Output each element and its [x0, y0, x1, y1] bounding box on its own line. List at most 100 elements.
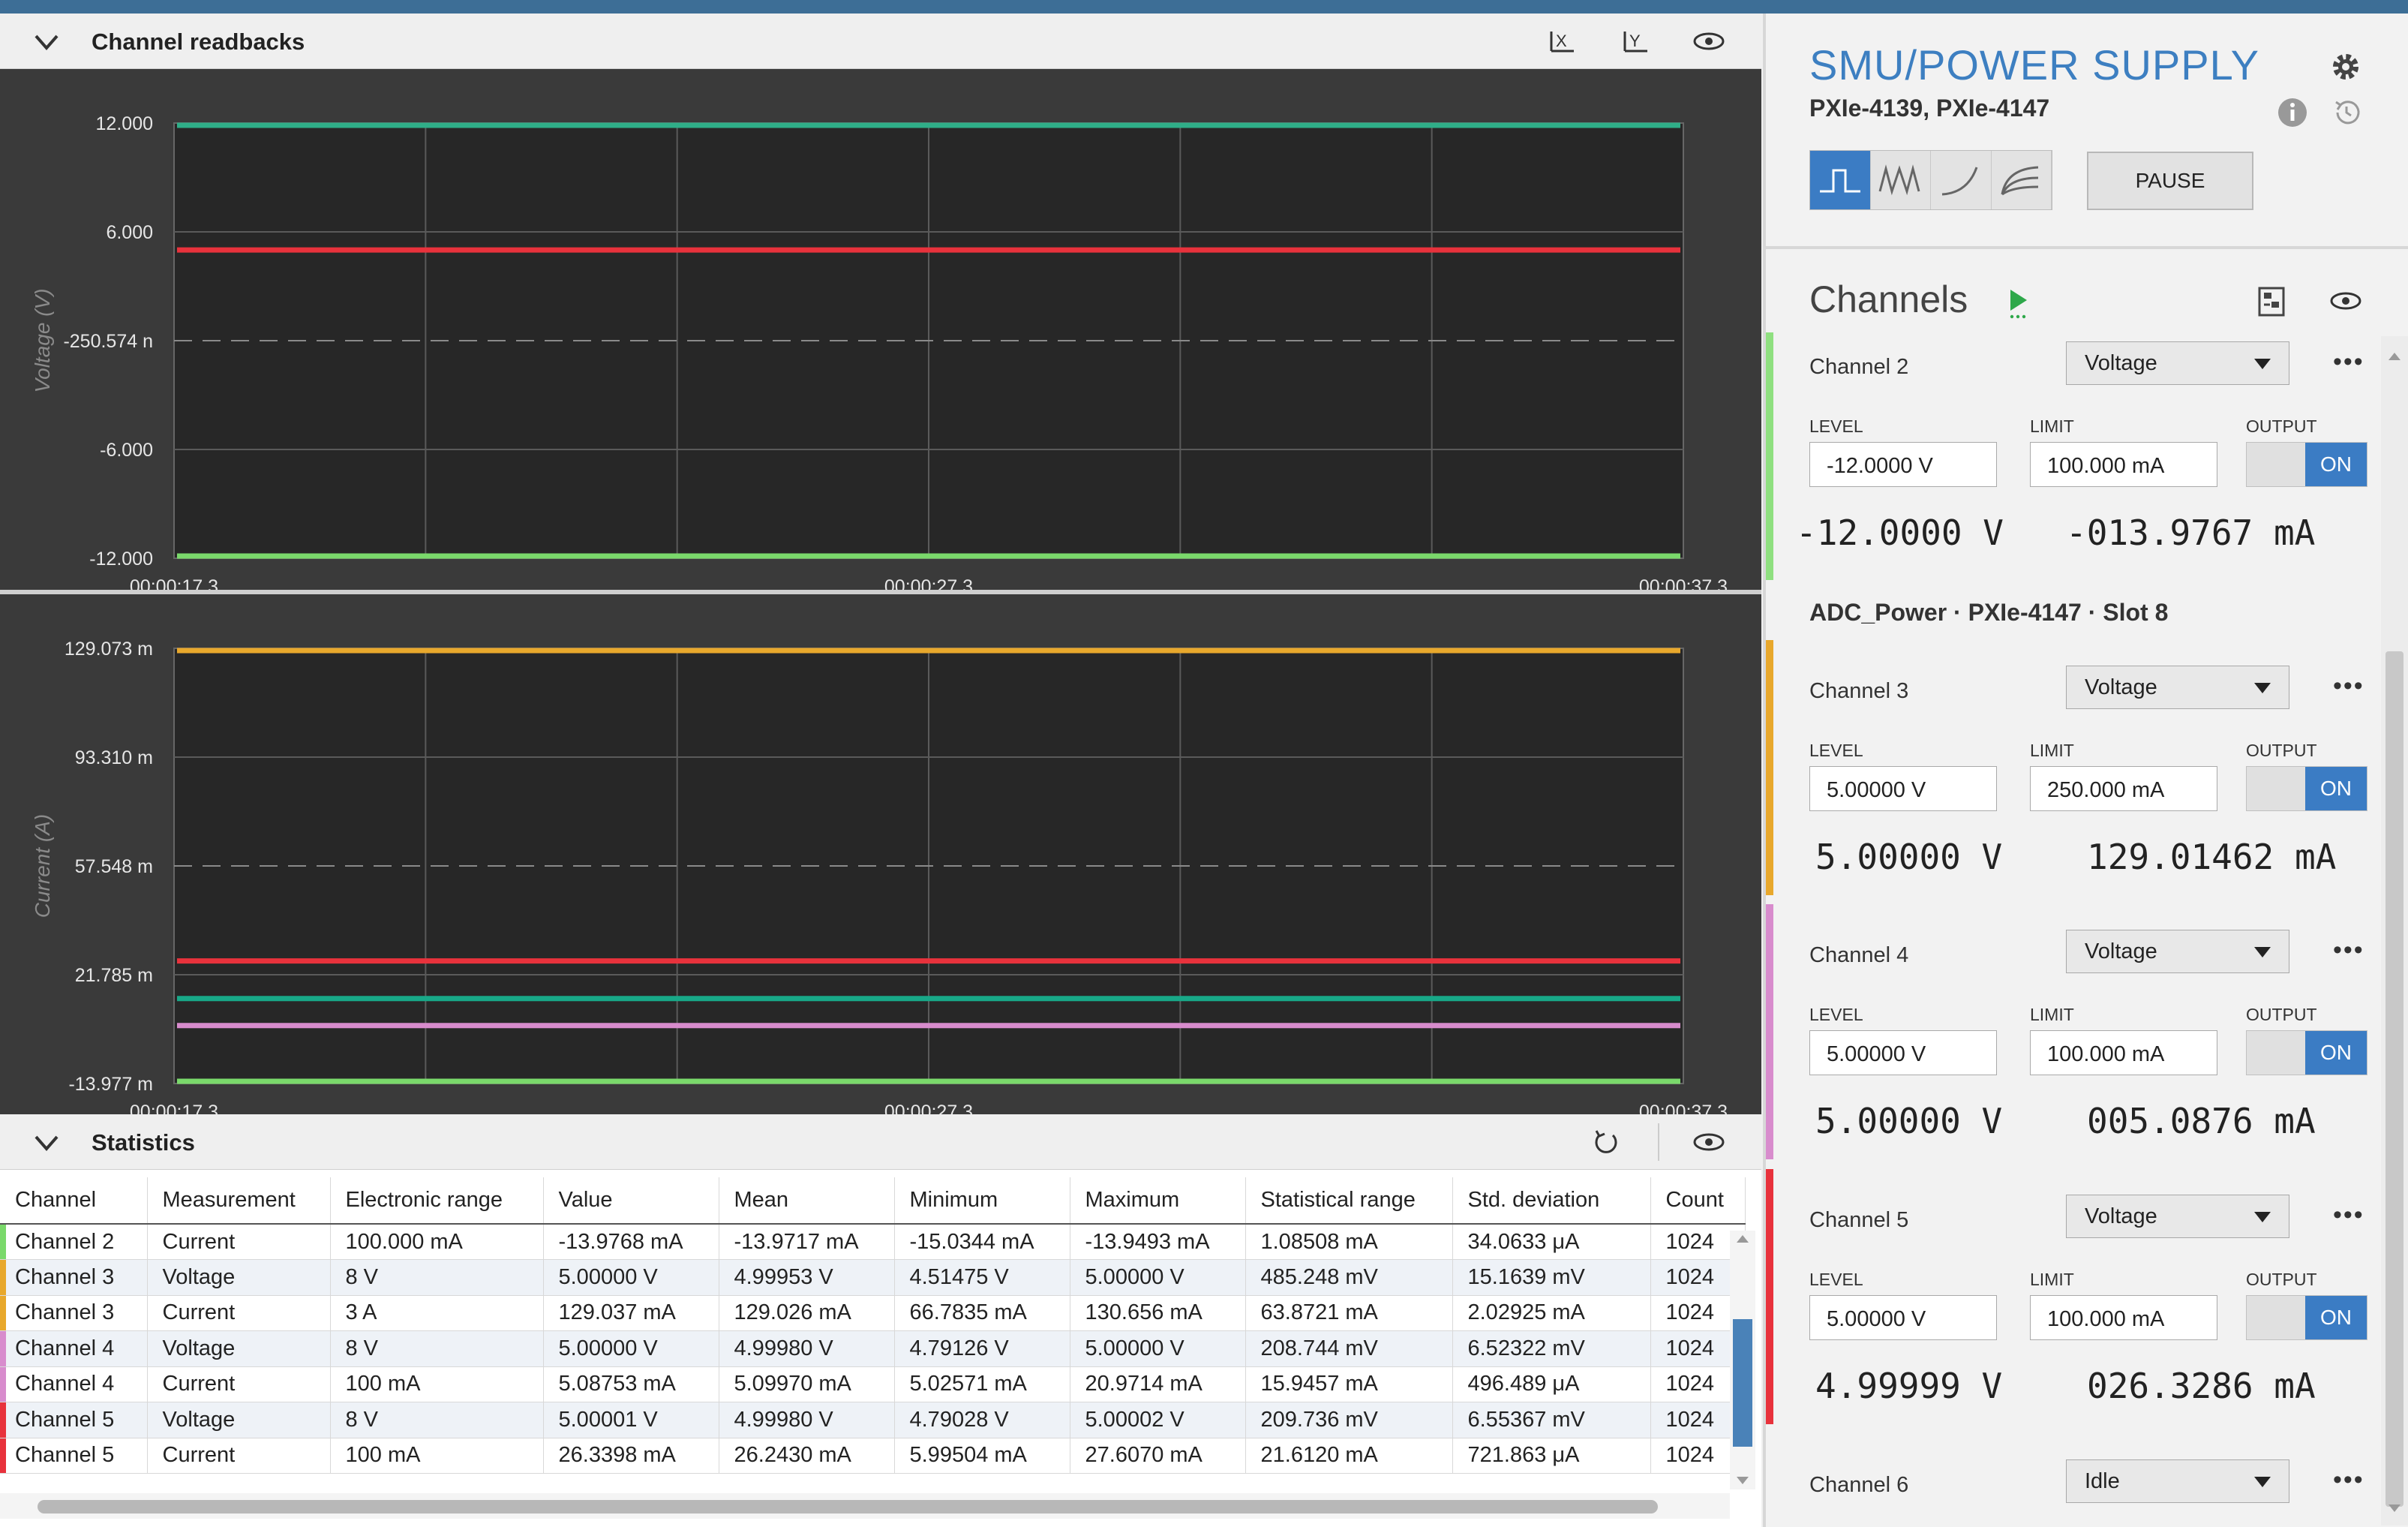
gear-icon[interactable]: [2328, 50, 2363, 84]
channel-color-marker: [0, 1295, 6, 1330]
level-input[interactable]: 5.00000 V: [1809, 766, 1997, 811]
y-tick-label: -12.000: [89, 549, 153, 570]
table-row[interactable]: Channel 3 Voltage 8 V 5.00000 V 4.99953 V 4.5…: [0, 1259, 1746, 1296]
collapse-chevron-icon[interactable]: [32, 29, 62, 54]
mode-iv-curve-button[interactable]: [1991, 151, 2052, 209]
cell-text: 100 mA: [345, 1372, 421, 1396]
toggle-on-label: ON: [2305, 1296, 2367, 1339]
output-toggle[interactable]: ON: [2246, 766, 2367, 811]
more-options-icon[interactable]: •••: [2333, 1465, 2364, 1495]
x-tick-label: 00:00:27.3: [884, 1102, 973, 1114]
scroll-thumb[interactable]: [38, 1500, 1658, 1513]
column-header[interactable]: Electronic range: [330, 1177, 544, 1225]
table-cell: 15.1639 mV: [1452, 1259, 1651, 1296]
table-cell: Channel 3: [0, 1295, 148, 1331]
level-input[interactable]: -12.0000 V: [1809, 442, 1997, 487]
column-header[interactable]: Measurement: [147, 1177, 331, 1225]
y-tick-label: 93.310 m: [75, 747, 153, 768]
channel-mode-dropdown[interactable]: Voltage: [2066, 1195, 2289, 1238]
mode-dc-step-button[interactable]: [1810, 151, 1871, 209]
statistics-horizontal-scrollbar[interactable]: [0, 1493, 1730, 1519]
column-header[interactable]: Maximum: [1070, 1177, 1246, 1225]
column-header[interactable]: Std. deviation: [1452, 1177, 1651, 1225]
visibility-eye-icon[interactable]: [2328, 285, 2363, 317]
channel-mode-dropdown[interactable]: Voltage: [2066, 930, 2289, 973]
table-cell: 34.0633 μA: [1452, 1224, 1651, 1260]
readbacks-header: Channel readbacks X Y: [0, 14, 1761, 69]
table-cell: Current: [147, 1366, 331, 1402]
visibility-eye-icon[interactable]: [1692, 1126, 1726, 1158]
channel-6-card: Channel 6 Idle •••: [1766, 1435, 2366, 1518]
statistics-vertical-scrollbar[interactable]: [1730, 1231, 1755, 1489]
x-axis-zoom-icon[interactable]: X: [1545, 26, 1580, 57]
info-icon[interactable]: [2276, 96, 2309, 129]
y-axis-zoom-icon[interactable]: Y: [1619, 26, 1653, 57]
table-cell: 4.79126 V: [894, 1330, 1070, 1367]
more-options-icon[interactable]: •••: [2333, 672, 2364, 701]
channel-mode-dropdown[interactable]: Voltage: [2066, 666, 2289, 709]
table-cell: 129.026 mA: [719, 1295, 895, 1331]
pause-button[interactable]: PAUSE: [2087, 152, 2253, 210]
scroll-down-icon[interactable]: [2388, 1503, 2401, 1513]
column-header[interactable]: Minimum: [894, 1177, 1070, 1225]
table-row[interactable]: Channel 5 Voltage 8 V 5.00001 V 4.99980 V 4.7…: [0, 1402, 1746, 1438]
history-icon[interactable]: [2330, 96, 2363, 129]
reset-icon[interactable]: [1589, 1126, 1623, 1158]
limit-input[interactable]: 100.000 mA: [2030, 1295, 2217, 1340]
limit-input[interactable]: 100.000 mA: [2030, 1030, 2217, 1075]
level-input[interactable]: 5.00000 V: [1809, 1030, 1997, 1075]
scroll-up-icon[interactable]: [1736, 1234, 1749, 1244]
cell-text: Current: [162, 1300, 236, 1325]
current-chart: 129.073 m 93.310 m 57.548 m 21.785 m -13.977…: [0, 594, 1761, 1114]
channel-mode-dropdown[interactable]: Voltage: [2066, 341, 2289, 385]
table-row[interactable]: Channel 3 Current 3 A 129.037 mA 129.026 mA 6…: [0, 1295, 1746, 1331]
scroll-thumb[interactable]: [2385, 651, 2403, 1507]
voltage-readback: 4.99999 V: [1815, 1366, 2003, 1406]
more-options-icon[interactable]: •••: [2333, 936, 2364, 965]
channel-mode-dropdown[interactable]: Idle: [2066, 1459, 2289, 1503]
scroll-up-icon[interactable]: [2388, 351, 2401, 362]
column-header[interactable]: Mean: [719, 1177, 895, 1225]
channel-name: Channel 6: [1809, 1473, 1909, 1497]
output-toggle[interactable]: ON: [2246, 1030, 2367, 1075]
table-row[interactable]: Channel 2 Current 100.000 mA -13.9768 mA -13…: [0, 1224, 1746, 1260]
cell-text: 1024: [1665, 1372, 1715, 1396]
channel-layout-icon[interactable]: [2253, 284, 2289, 320]
limit-input[interactable]: 100.000 mA: [2030, 442, 2217, 487]
channel-color-marker: [0, 1260, 6, 1295]
toggle-on-label: ON: [2305, 443, 2367, 486]
limit-input[interactable]: 250.000 mA: [2030, 766, 2217, 811]
level-label: LEVEL: [1809, 1005, 1863, 1024]
output-toggle[interactable]: ON: [2246, 442, 2367, 487]
table-row[interactable]: Channel 4 Current 100 mA 5.08753 mA 5.09970 …: [0, 1366, 1746, 1402]
cell-text: 3 A: [345, 1300, 377, 1325]
collapse-chevron-icon[interactable]: [32, 1129, 62, 1155]
visibility-eye-icon[interactable]: [1692, 26, 1726, 57]
column-header[interactable]: Value: [543, 1177, 719, 1225]
more-options-icon[interactable]: •••: [2333, 347, 2364, 377]
chevron-down-icon: [2254, 1212, 2271, 1222]
cell-text: 5.99504 mA: [909, 1443, 1027, 1468]
mode-sweep-button[interactable]: [1931, 151, 1992, 209]
table-row[interactable]: Channel 5 Current 100 mA 26.3398 mA 26.2430 …: [0, 1438, 1746, 1474]
level-input[interactable]: 5.00000 V: [1809, 1295, 1997, 1340]
output-label: OUTPUT: [2246, 1270, 2317, 1289]
table-cell: Channel 2: [0, 1224, 148, 1260]
table-row[interactable]: Channel 4 Voltage 8 V 5.00000 V 4.99980 V 4.7…: [0, 1330, 1746, 1367]
cell-text: 66.7835 mA: [909, 1300, 1027, 1325]
output-toggle[interactable]: ON: [2246, 1295, 2367, 1340]
cell-text: Channel 4: [15, 1372, 115, 1396]
mode-waveform-button[interactable]: [1870, 151, 1931, 209]
more-options-icon[interactable]: •••: [2333, 1201, 2364, 1230]
column-header[interactable]: Channel: [0, 1177, 148, 1225]
column-header[interactable]: Statistical range: [1245, 1177, 1453, 1225]
scroll-down-icon[interactable]: [1736, 1475, 1749, 1486]
statistics-header: Statistics: [0, 1114, 1761, 1170]
column-header[interactable]: Count: [1650, 1177, 1746, 1225]
run-play-icon[interactable]: [2004, 285, 2034, 320]
level-label: LEVEL: [1809, 1270, 1863, 1289]
cell-text: 4.79028 V: [909, 1407, 1009, 1432]
channels-scrollbar[interactable]: [2381, 336, 2408, 1525]
readbacks-title: Channel readbacks: [92, 29, 305, 55]
scroll-thumb[interactable]: [1733, 1319, 1752, 1447]
